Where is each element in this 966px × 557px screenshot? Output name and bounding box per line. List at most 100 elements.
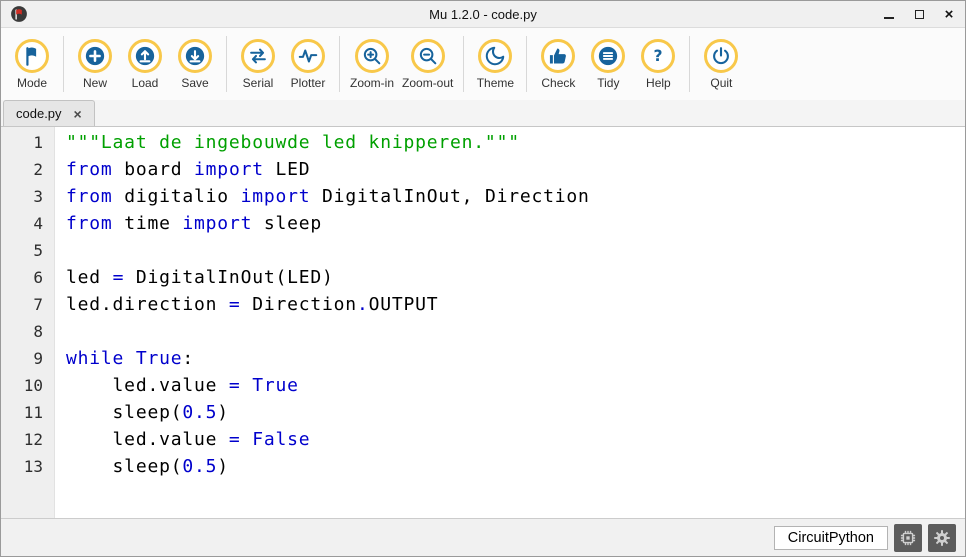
code-token: Direction [240, 294, 357, 315]
code-editor: 1 2 3 4 5 6 7 8 9 10 11 12 13 """Laat de ingebouwde … [1, 127, 965, 518]
gutter: 1 2 3 4 5 6 7 8 9 10 11 12 13 [1, 127, 55, 518]
plotter-icon [291, 38, 325, 73]
code-line[interactable]: from digitalio import DigitalInOut, Dire… [66, 183, 965, 210]
toolbar-button-label: Help [646, 75, 671, 90]
toolbar-button-zoom-out[interactable]: Zoom-out [400, 38, 455, 90]
code-token: import [194, 159, 264, 180]
toolbar-button-label: Save [181, 75, 209, 90]
toolbar-button-label: Check [541, 75, 576, 90]
minimize-icon[interactable] [882, 7, 896, 21]
mode-indicator[interactable]: CircuitPython [773, 525, 888, 550]
code-line[interactable]: led.direction = Direction.OUTPUT [66, 291, 965, 318]
window-controls: × [882, 7, 956, 22]
code-line[interactable]: from board import LED [66, 156, 965, 183]
toolbar-button-label: Mode [16, 75, 48, 90]
device-button[interactable] [894, 523, 922, 552]
toolbar-button-mode[interactable]: Mode [9, 38, 55, 90]
code-token: led.value [66, 429, 229, 450]
code-token: OUTPUT [368, 294, 439, 315]
status-bar: CircuitPython [1, 518, 965, 556]
code-line[interactable]: led = DigitalInOut(LED) [66, 264, 965, 291]
mu-editor-window: Mu 1.2.0 - code.py × Mode New Load Save Seri… [0, 0, 966, 557]
code-line[interactable]: sleep(0.5) [66, 399, 965, 426]
toolbar-group: Theme [472, 38, 518, 90]
tab-label: code.py [16, 106, 62, 121]
code-token: from [66, 159, 113, 180]
microchip-icon [898, 528, 918, 548]
toolbar-group: Quit [698, 38, 744, 90]
code-token: digitalio [112, 186, 241, 207]
zoom-in-icon [355, 38, 389, 73]
code-token: : [182, 348, 195, 369]
code-token: led.direction [66, 294, 229, 315]
tab-close-icon[interactable]: × [74, 107, 82, 121]
code-token: 0.5 [182, 456, 218, 477]
toolbar-separator [689, 36, 691, 92]
toolbar-separator [339, 36, 340, 92]
tab-bar: code.py × [1, 100, 965, 127]
code-line[interactable] [66, 237, 965, 264]
line-number: 7 [33, 295, 43, 314]
toolbar-button-plotter[interactable]: Plotter [285, 38, 331, 90]
code-line[interactable]: led.value = True [66, 372, 965, 399]
code-token: = [112, 267, 125, 288]
maximize-icon[interactable] [912, 7, 926, 21]
load-icon [128, 38, 162, 73]
code-token: = [228, 375, 241, 396]
check-icon [541, 38, 576, 73]
code-token: import [182, 213, 253, 234]
code-token: ) [217, 456, 229, 477]
code-line[interactable]: led.value = False [66, 426, 965, 453]
line-number: 3 [33, 187, 43, 206]
code-token: True [135, 348, 183, 369]
toolbar-button-check[interactable]: Check [535, 38, 581, 90]
title-bar: Mu 1.2.0 - code.py × [1, 1, 965, 28]
code-token: sleep( [66, 402, 183, 423]
line-number: 4 [33, 214, 43, 233]
toolbar-group: Zoom-in Zoom-out [348, 38, 455, 90]
line-number: 11 [23, 403, 43, 422]
code-line[interactable]: sleep(0.5) [66, 453, 965, 480]
tab-code-py[interactable]: code.py × [3, 100, 95, 126]
toolbar-button-load[interactable]: Load [122, 38, 168, 90]
code-token: . [356, 294, 369, 315]
code-line[interactable] [66, 318, 965, 345]
code-token: sleep [252, 213, 323, 234]
toolbar-separator [463, 36, 465, 92]
toolbar-button-tidy[interactable]: Tidy [585, 38, 631, 90]
code-token: from [66, 186, 113, 207]
settings-button[interactable] [928, 523, 956, 552]
line-number: 6 [33, 268, 43, 287]
code-token: board [112, 159, 195, 180]
code-line[interactable]: while True: [66, 345, 965, 372]
code-token: import [240, 186, 311, 207]
toolbar-button-label: Zoom-in [350, 75, 395, 90]
code-area[interactable]: """Laat de ingebouwde led knipperen.""" f… [55, 127, 965, 518]
line-number: 9 [33, 349, 43, 368]
code-token: """Laat de ingebouwde led knipperen.""" [66, 132, 520, 153]
line-number: 13 [23, 457, 43, 476]
toolbar-separator [526, 36, 528, 92]
toolbar-separator [63, 36, 64, 92]
toolbar-button-help[interactable]: ? Help [635, 38, 681, 90]
mu-app-icon [10, 5, 28, 23]
toolbar-button-save[interactable]: Save [172, 38, 218, 90]
code-line[interactable]: from time import sleep [66, 210, 965, 237]
toolbar-button-quit[interactable]: Quit [698, 38, 744, 90]
code-token: False [252, 429, 311, 450]
toolbar-button-new[interactable]: New [72, 38, 118, 90]
toolbar-button-theme[interactable]: Theme [472, 38, 518, 90]
line-number: 2 [33, 160, 43, 179]
code-token: sleep( [66, 456, 183, 477]
code-line[interactable]: """Laat de ingebouwde led knipperen.""" [66, 129, 965, 156]
close-icon[interactable]: × [942, 7, 956, 22]
window-title: Mu 1.2.0 - code.py [429, 6, 537, 22]
toolbar-button-serial[interactable]: Serial [235, 38, 281, 90]
serial-icon [241, 38, 275, 73]
new-icon [78, 38, 112, 73]
code-token: led [66, 267, 113, 288]
code-token: 0.5 [182, 402, 218, 423]
code-token: DigitalInOut(LED) [124, 267, 334, 288]
toolbar-button-zoom-in[interactable]: Zoom-in [348, 38, 396, 90]
tidy-icon [591, 38, 626, 73]
